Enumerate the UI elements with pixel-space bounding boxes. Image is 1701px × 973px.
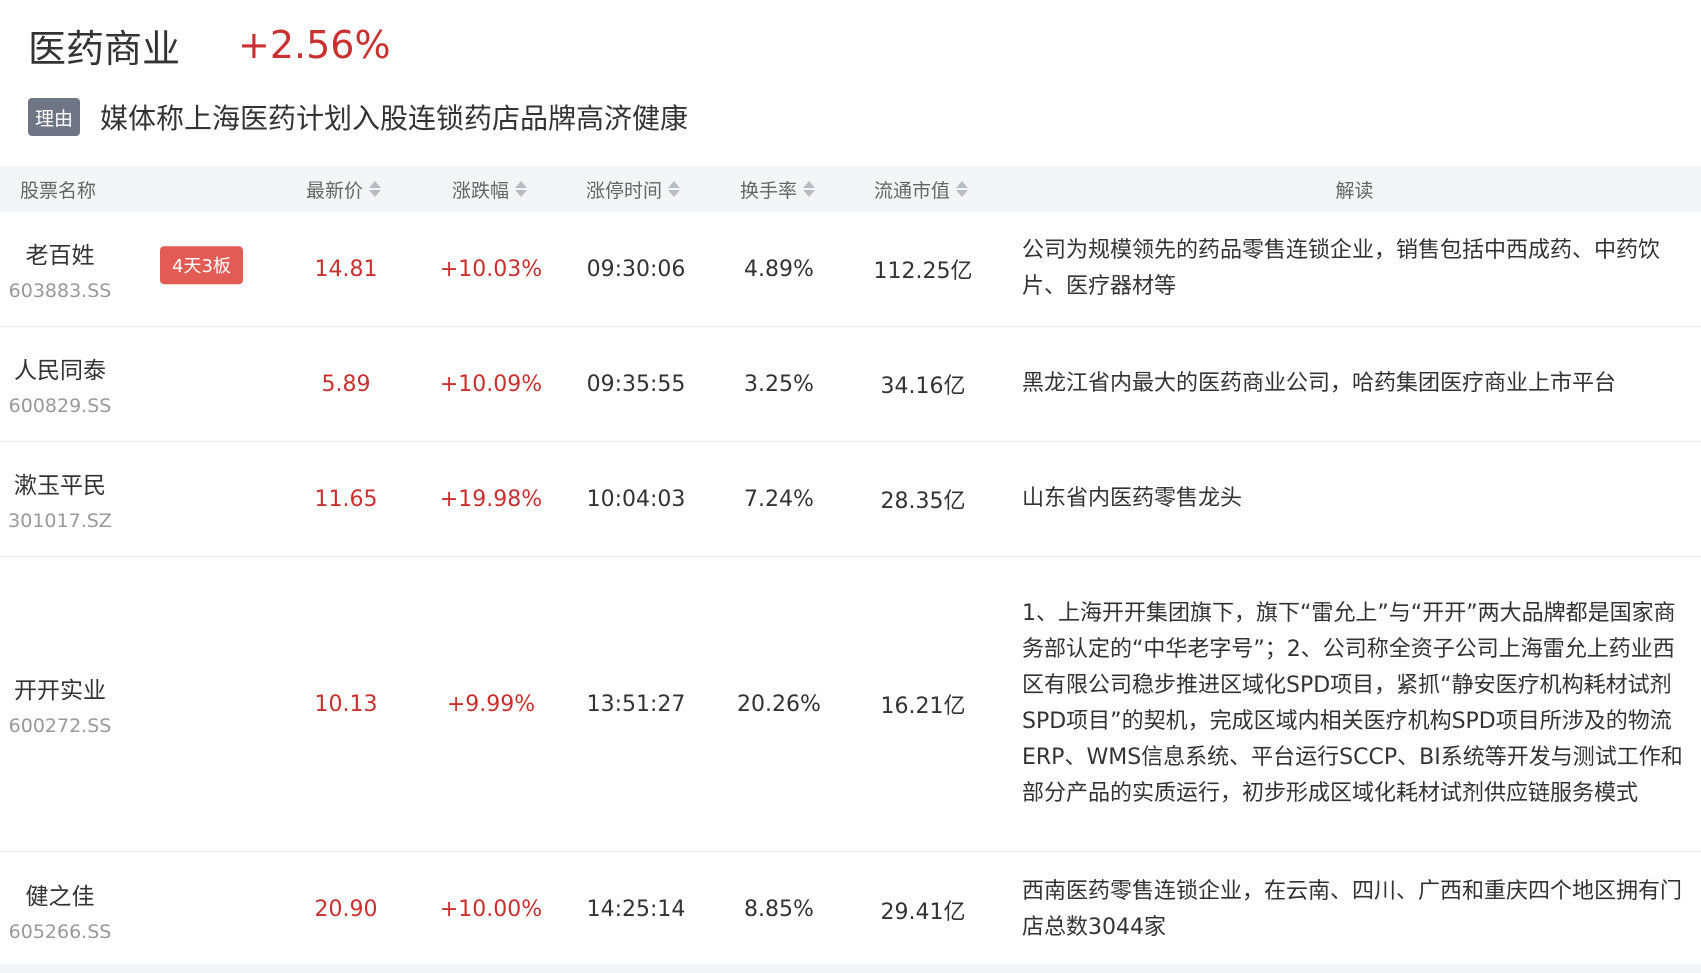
col-header-change-label: 涨跌幅 [452,179,510,202]
price-cell: 10.13 [314,691,378,717]
stock-name[interactable]: 漱玉平民 [14,466,106,500]
limit-time-cell: 14:25:14 [586,897,686,922]
stock-code: 605266.SS [8,920,112,943]
price-cell: 20.90 [314,897,378,922]
col-header-interpretation-label: 解读 [1335,179,1374,202]
stock-name-cell[interactable]: 健之佳 605266.SS [0,852,120,967]
limit-time-cell: 10:04:03 [586,486,686,512]
interpretation-text: 1、上海开开集团旗下，旗下“雷允上”与“开开”两大品牌都是国家商务部认定的“中华… [1022,601,1683,806]
col-header-limit-time-label: 涨停时间 [586,179,663,202]
col-header-market-cap-label: 流通市值 [874,179,951,202]
table-row[interactable]: 健之佳 605266.SS 20.90 +10.00% 14:25:14 8.8… [0,852,1701,967]
price-cell: 5.89 [321,371,371,397]
reason-text: 媒体称上海医药计划入股连锁药店品牌高济健康 [100,102,689,135]
stock-code: 600829.SS [8,395,112,417]
stock-name[interactable]: 老百姓 [26,236,95,270]
table-row[interactable]: 人民同泰 600829.SS 5.89 +10.09% 09:35:55 3.2… [0,327,1701,442]
stock-table: 股票名称 最新价 涨跌幅 涨停时间 换手率 流通市值 解读 老百姓 603883… [0,166,1701,967]
change-cell: +9.99% [446,691,536,717]
interpretation-text: 山东省内医药零售龙头 [1022,486,1243,511]
change-cell: +10.03% [439,256,543,282]
table-header: 股票名称 最新价 涨跌幅 涨停时间 换手率 流通市值 解读 [0,166,1701,212]
table-row[interactable]: 漱玉平民 301017.SZ 11.65 +19.98% 10:04:03 7.… [0,442,1701,557]
col-header-turnover-label: 换手率 [740,179,798,202]
col-header-limit-time[interactable]: 涨停时间 [586,166,681,212]
stock-name-cell[interactable]: 人民同泰 600829.SS [0,327,120,441]
interpretation-text: 黑龙江省内最大的医药商业公司，哈药集团医疗商业上市平台 [1022,371,1617,396]
change-cell: +10.00% [439,897,543,922]
sort-icon[interactable] [668,181,681,197]
price-cell: 11.65 [314,486,378,512]
col-header-price-label: 最新价 [306,179,364,202]
turnover-cell: 7.24% [744,486,814,512]
interpretation-cell: 山东省内医药零售龙头 [1022,442,1687,556]
col-header-turnover[interactable]: 换手率 [740,166,816,212]
interpretation-cell: 公司为规模领先的药品零售连锁企业，销售包括中西成药、中药饮片、医疗器材等 [1022,212,1687,326]
stock-name-cell[interactable]: 漱玉平民 301017.SZ [0,442,120,556]
stock-name-cell[interactable]: 开开实业 600272.SS [0,557,120,851]
stock-code: 603883.SS [8,280,112,302]
market-cap-cell: 112.25亿 [873,259,973,284]
stock-name[interactable]: 人民同泰 [14,351,106,385]
stock-name[interactable]: 开开实业 [14,671,106,705]
stock-code: 301017.SZ [8,510,112,532]
col-header-interpretation: 解读 [1022,166,1687,212]
table-row[interactable]: 老百姓 603883.SS 4天3板 14.81 +10.03% 09:30:0… [0,212,1701,327]
col-header-market-cap[interactable]: 流通市值 [874,166,969,212]
col-header-change[interactable]: 涨跌幅 [452,166,528,212]
turnover-cell: 8.85% [744,897,814,922]
sector-header: 医药商业 +2.56% [28,20,391,71]
limit-time-cell: 13:51:27 [586,691,686,717]
interpretation-text: 西南医药零售连锁企业，在云南、四川、广西和重庆四个地区拥有门店总数3044家 [1022,878,1683,940]
sort-icon[interactable] [515,181,528,197]
interpretation-cell: 1、上海开开集团旗下，旗下“雷允上”与“开开”两大品牌都是国家商务部认定的“中华… [1022,557,1687,851]
limit-time-cell: 09:35:55 [586,371,686,397]
stock-name-cell[interactable]: 老百姓 603883.SS [0,212,120,326]
bottom-divider [0,964,1701,973]
sector-name: 医药商业 [28,26,181,71]
market-cap-cell: 16.21亿 [880,694,966,719]
change-cell: +19.98% [439,486,543,512]
limit-up-tag: 4天3板 [160,246,243,285]
col-header-name: 股票名称 [20,166,96,212]
interpretation-cell: 西南医药零售连锁企业，在云南、四川、广西和重庆四个地区拥有门店总数3044家 [1022,852,1687,967]
turnover-cell: 3.25% [744,371,814,397]
market-cap-cell: 34.16亿 [880,374,966,399]
col-header-price[interactable]: 最新价 [306,166,382,212]
turnover-cell: 20.26% [737,691,821,717]
market-cap-cell: 29.41亿 [880,899,966,925]
change-cell: +10.09% [439,371,543,397]
sort-icon[interactable] [956,181,969,197]
reason-row: 理由 媒体称上海医药计划入股连锁药店品牌高济健康 [28,96,688,138]
stock-name[interactable]: 健之佳 [26,877,95,911]
col-header-name-label: 股票名称 [20,179,97,202]
interpretation-cell: 黑龙江省内最大的医药商业公司，哈药集团医疗商业上市平台 [1022,327,1687,441]
stock-code: 600272.SS [8,715,112,737]
sort-icon[interactable] [803,181,816,197]
limit-time-cell: 09:30:06 [586,256,686,282]
sector-change: +2.56% [238,23,391,67]
turnover-cell: 4.89% [744,256,814,282]
table-row[interactable]: 开开实业 600272.SS 10.13 +9.99% 13:51:27 20.… [0,557,1701,852]
reason-badge: 理由 [28,98,80,136]
interpretation-text: 公司为规模领先的药品零售连锁企业，销售包括中西成药、中药饮片、医疗器材等 [1022,238,1661,299]
price-cell: 14.81 [314,256,378,282]
sort-icon[interactable] [369,181,382,197]
market-cap-cell: 28.35亿 [880,489,966,514]
